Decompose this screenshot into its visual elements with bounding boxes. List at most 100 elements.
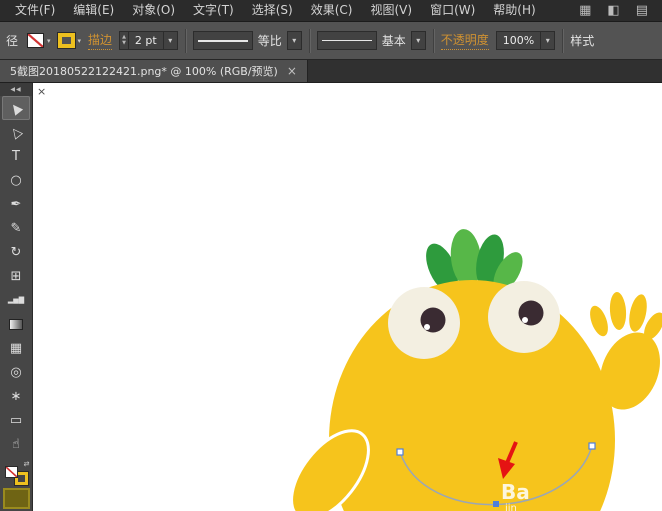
symbol-sprayer-tool[interactable]: ∗	[2, 384, 30, 408]
menu-window[interactable]: 窗口(W)	[421, 0, 484, 21]
brush-line-icon	[321, 40, 372, 41]
brush-definition-combo[interactable]: 基本 ▾	[316, 31, 426, 50]
anchor-point-selected[interactable]	[493, 501, 499, 507]
menu-file[interactable]: 文件(F)	[6, 0, 64, 21]
column-graph-tool-icon: ▂▅▇	[7, 295, 25, 304]
artboard-canvas[interactable]: × Ba jin	[33, 83, 662, 511]
menu-select[interactable]: 选择(S)	[243, 0, 302, 21]
tools-panel-collapse[interactable]: ◀◀	[0, 83, 32, 96]
path-panel-label: 径	[6, 34, 19, 48]
anchor-point-right[interactable]	[588, 442, 596, 450]
monster-right-pupil[interactable]	[518, 300, 544, 326]
mesh-tool-icon: ▦	[9, 340, 23, 356]
menu-effect[interactable]: 效果(C)	[302, 0, 362, 21]
hand-tool[interactable]: ☝	[2, 432, 30, 456]
style-label[interactable]: 样式	[570, 32, 594, 49]
selection-tool-icon: ▲	[7, 99, 25, 117]
anchor-point-left[interactable]	[396, 448, 404, 456]
gradient-tool[interactable]	[2, 312, 30, 336]
fill-proxy-swatch[interactable]	[4, 466, 18, 478]
monster-finger-2[interactable]	[609, 291, 628, 330]
menu-type[interactable]: 文字(T)	[184, 0, 243, 21]
ellipse-tool[interactable]: ○	[2, 168, 30, 192]
pencil-tool-icon: ✎	[10, 220, 22, 236]
column-graph-tool[interactable]: ▂▅▇	[2, 288, 30, 312]
workspace-switcher-icon[interactable]: ◧	[607, 4, 619, 17]
type-tool-icon: T	[12, 148, 20, 164]
gradient-tool-icon	[9, 318, 23, 330]
opacity-value[interactable]: 100%	[497, 32, 540, 49]
width-profile-label: 等比	[257, 34, 282, 48]
brush-definition-label: 基本	[381, 34, 406, 48]
paintbrush-tool[interactable]: ✒	[2, 192, 30, 216]
ellipse-tool-icon: ○	[10, 172, 22, 188]
control-bar: 径 ▾ ▾ 描边 ▲ ▼ 2 pt ▾ 等比 ▾ 基本 ▾ 不透明度 100% …	[0, 22, 662, 60]
width-profile-preview[interactable]	[192, 31, 253, 50]
panels-icon[interactable]: ▤	[636, 4, 648, 17]
left-eye-highlight	[424, 324, 430, 330]
fill-dropdown-icon[interactable]: ▾	[47, 37, 51, 45]
separator	[184, 28, 186, 53]
blend-tool[interactable]: ◎	[2, 360, 30, 384]
fill-stroke-proxy: ⇄	[4, 460, 30, 485]
document-tab-bar: 5截图20180522122421.png* @ 100% (RGB/预览) ×	[0, 60, 662, 83]
pencil-tool[interactable]: ✎	[2, 216, 30, 240]
artboard-tool[interactable]: ▭	[2, 408, 30, 432]
monster-left-pupil[interactable]	[420, 307, 446, 333]
monster-finger-1[interactable]	[586, 303, 611, 338]
type-tool[interactable]: T	[2, 144, 30, 168]
opacity-dropdown-icon[interactable]: ▾	[540, 32, 554, 49]
menu-help[interactable]: 帮助(H)	[484, 0, 544, 21]
stroke-dropdown-icon[interactable]: ▾	[78, 37, 82, 45]
app-bar-right: ▦ ◧ ▤	[579, 4, 656, 17]
document-tab[interactable]: 5截图20180522122421.png* @ 100% (RGB/预览) ×	[0, 60, 308, 82]
menu-bar: 文件(F) 编辑(E) 对象(O) 文字(T) 选择(S) 效果(C) 视图(V…	[0, 0, 662, 22]
menu-edit[interactable]: 编辑(E)	[64, 0, 123, 21]
arrange-documents-icon[interactable]: ▦	[579, 4, 591, 17]
opacity-panel-link[interactable]: 不透明度	[440, 31, 489, 50]
rotate-tool[interactable]: ↻	[2, 240, 30, 264]
opacity-field[interactable]: 100% ▾	[495, 31, 556, 50]
tab-close-icon[interactable]: ×	[287, 65, 297, 77]
brush-dropdown-icon[interactable]: ▾	[410, 31, 426, 50]
tools-panel: ◀◀ ▲ △ T ○ ✒ ✎ ↻ ⊞ ▂▅▇ ▦ ◎ ∗ ▭ ☝ ⇄	[0, 83, 33, 511]
right-eye-highlight	[522, 317, 528, 323]
direct-selection-tool[interactable]: △	[2, 120, 30, 144]
stroke-panel-link[interactable]: 描边	[88, 31, 113, 50]
paintbrush-tool-icon: ✒	[10, 196, 22, 212]
free-transform-tool-icon: ⊞	[10, 268, 22, 284]
separator	[432, 28, 434, 53]
width-profile-combo[interactable]: 等比 ▾	[192, 31, 302, 50]
swap-fill-stroke-icon[interactable]: ⇄	[24, 460, 30, 468]
stroke-weight-dropdown-icon[interactable]: ▾	[162, 32, 177, 49]
stroke-weight-stepper[interactable]: ▲ ▼	[120, 32, 129, 49]
fill-color-swatch[interactable]	[27, 33, 45, 48]
symbol-sprayer-tool-icon: ∗	[10, 388, 22, 404]
separator	[308, 28, 310, 53]
hand-tool-icon: ☝	[12, 436, 20, 452]
document-canvas[interactable]: × Ba jin	[33, 83, 662, 511]
free-transform-tool[interactable]: ⊞	[2, 264, 30, 288]
stepper-down-icon[interactable]: ▼	[122, 41, 126, 46]
color-swatch[interactable]	[2, 488, 30, 509]
document-tab-title: 5截图20180522122421.png* @ 100% (RGB/预览)	[10, 65, 278, 78]
menu-object[interactable]: 对象(O)	[123, 0, 184, 21]
blend-tool-icon: ◎	[10, 364, 22, 380]
collapse-arrows-icon: ◀◀	[10, 86, 22, 93]
toolbar-bottom: ⇄	[2, 460, 30, 511]
watermark-line2: jin	[504, 503, 517, 511]
selection-tool[interactable]: ▲	[2, 96, 30, 120]
profile-line-icon	[197, 39, 248, 42]
stroke-weight-field[interactable]: ▲ ▼ 2 pt ▾	[119, 31, 178, 50]
fill-swatch-group: ▾	[27, 33, 51, 48]
stroke-color-swatch[interactable]	[57, 33, 75, 48]
separator	[562, 28, 564, 53]
stroke-swatch-group: ▾	[57, 33, 82, 48]
brush-preview[interactable]	[316, 31, 377, 50]
width-profile-dropdown-icon[interactable]: ▾	[286, 31, 302, 50]
mesh-tool[interactable]: ▦	[2, 336, 30, 360]
artboard-tool-icon: ▭	[9, 412, 23, 428]
illustrator-window: 文件(F) 编辑(E) 对象(O) 文字(T) 选择(S) 效果(C) 视图(V…	[0, 0, 662, 511]
stroke-weight-value[interactable]: 2 pt	[129, 32, 163, 49]
menu-view[interactable]: 视图(V)	[361, 0, 421, 21]
